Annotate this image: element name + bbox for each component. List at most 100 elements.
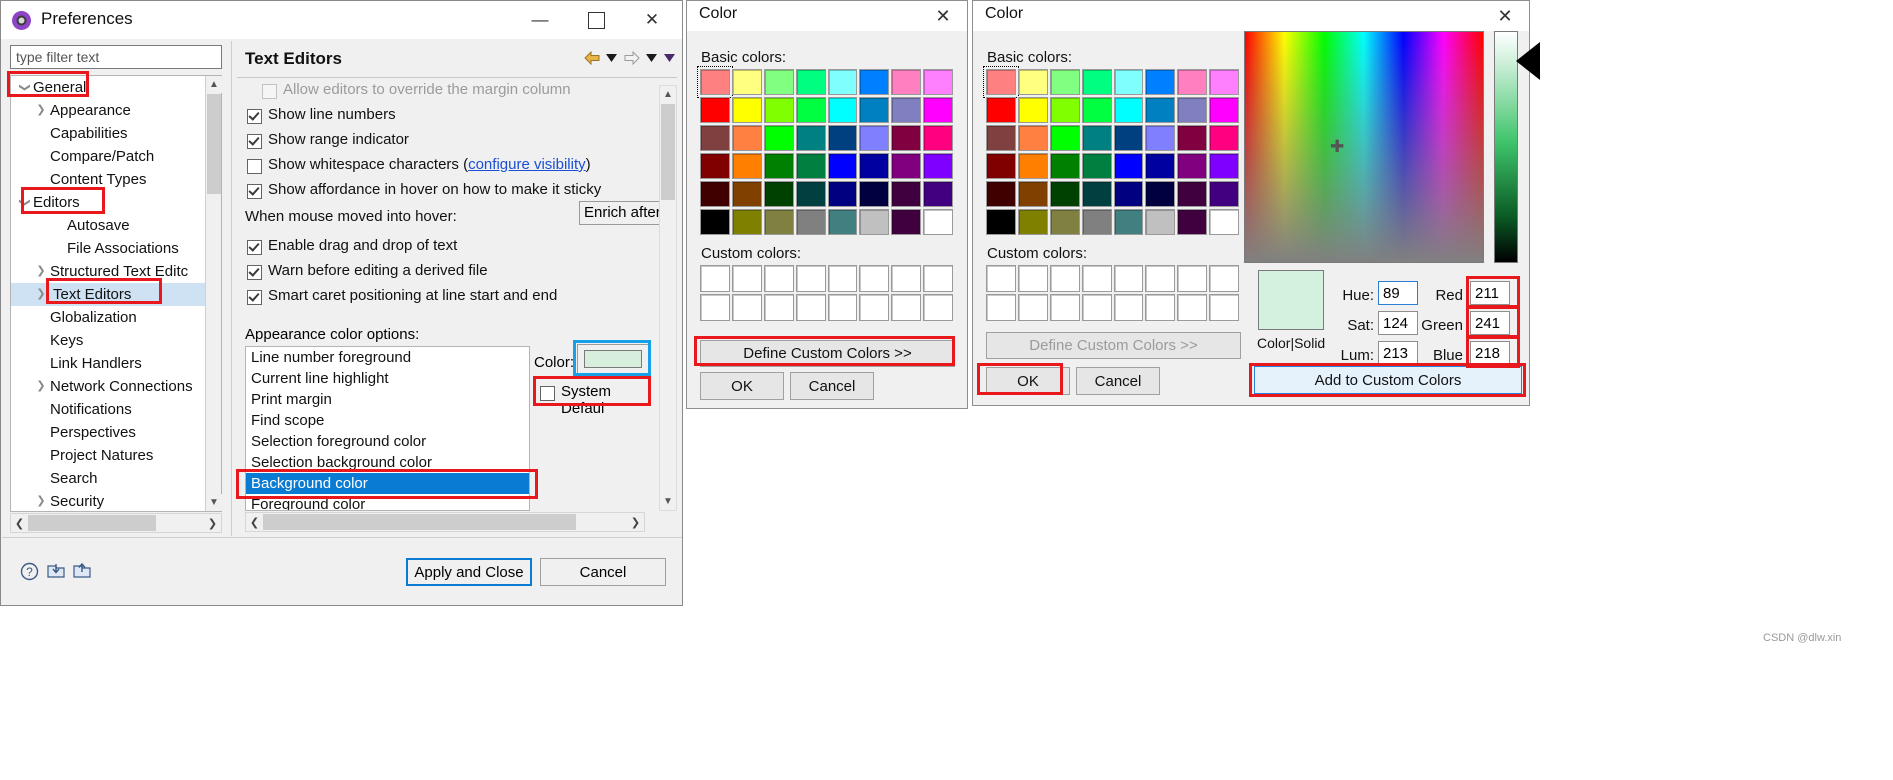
custom-color-slot-2-9[interactable] xyxy=(1017,294,1048,321)
tree-horizontal-scrollbar[interactable]: ❮ ❯ xyxy=(10,513,222,533)
pane-scroll-down-icon[interactable]: ▼ xyxy=(660,493,676,510)
basic-color-swatch-2-15[interactable] xyxy=(1209,97,1239,123)
basic-color-swatch-2-43[interactable] xyxy=(1081,209,1112,235)
luminance-slider[interactable] xyxy=(1494,31,1518,263)
basic-color-swatch-2-34[interactable] xyxy=(1049,181,1080,207)
basic-color-swatch-1-6[interactable] xyxy=(891,69,922,95)
basic-color-swatch-2-42[interactable] xyxy=(1049,209,1080,235)
basic-color-swatch-2-3[interactable] xyxy=(1081,69,1112,95)
basic-color-swatch-1-36[interactable] xyxy=(827,181,858,207)
basic-color-swatch-1-32[interactable] xyxy=(700,181,730,207)
basic-color-swatch-2-45[interactable] xyxy=(1145,209,1176,235)
basic-color-swatch-2-19[interactable] xyxy=(1081,125,1112,151)
chevron-right-icon[interactable]: ❯ xyxy=(34,283,48,306)
custom-color-slot-1-10[interactable] xyxy=(763,294,794,321)
basic-color-swatch-1-43[interactable] xyxy=(795,209,826,235)
basic-color-swatch-2-4[interactable] xyxy=(1113,69,1144,95)
configure-visibility-link[interactable]: configure visibility xyxy=(468,156,586,173)
basic-color-swatch-2-27[interactable] xyxy=(1081,153,1112,179)
pane-scroll-up-icon[interactable]: ▲ xyxy=(660,86,676,103)
basic-color-swatch-1-33[interactable] xyxy=(731,181,762,207)
basic-color-swatch-1-11[interactable] xyxy=(795,97,826,123)
basic-color-swatch-1-31[interactable] xyxy=(923,153,953,179)
basic-color-swatch-1-47[interactable] xyxy=(923,209,953,235)
custom-color-slot-2-6[interactable] xyxy=(1177,265,1208,292)
basic-color-swatch-1-28[interactable] xyxy=(827,153,858,179)
appearance-item-3[interactable]: Find scope xyxy=(246,410,529,431)
basic-color-swatch-2-6[interactable] xyxy=(1177,69,1208,95)
basic-color-swatch-2-47[interactable] xyxy=(1209,209,1239,235)
tree-item-search[interactable]: Search xyxy=(11,467,221,490)
basic-color-swatch-1-45[interactable] xyxy=(859,209,890,235)
custom-color-slot-2-1[interactable] xyxy=(1017,265,1048,292)
basic-color-swatch-1-20[interactable] xyxy=(827,125,858,151)
settings-pane-vscrollbar[interactable]: ▲ ▼ xyxy=(659,85,677,511)
tree-item-appearance[interactable]: ❯ Appearance xyxy=(11,99,221,122)
color-dialog-2-close-icon[interactable]: ✕ xyxy=(1485,3,1525,29)
basic-color-swatch-2-46[interactable] xyxy=(1177,209,1208,235)
import-icon[interactable] xyxy=(45,560,67,582)
appearance-hscroll-thumb[interactable] xyxy=(263,514,576,530)
basic-color-swatch-2-39[interactable] xyxy=(1209,181,1239,207)
minimize-button[interactable]: — xyxy=(513,1,567,39)
basic-color-swatch-2-7[interactable] xyxy=(1209,69,1239,95)
back-arrow-icon[interactable] xyxy=(581,47,603,69)
appearance-color-options-list[interactable]: Line number foreground Current line highl… xyxy=(245,346,530,511)
cancel-button-1[interactable]: Cancel xyxy=(790,372,874,400)
basic-color-swatch-2-20[interactable] xyxy=(1113,125,1144,151)
basic-color-swatch-2-26[interactable] xyxy=(1049,153,1080,179)
checkbox-6[interactable] xyxy=(247,265,262,280)
back-dropdown-icon[interactable] xyxy=(603,47,619,69)
custom-colors-grid-1[interactable] xyxy=(700,265,953,321)
basic-color-swatch-2-14[interactable] xyxy=(1177,97,1208,123)
basic-colors-grid-2[interactable] xyxy=(983,66,1239,235)
basic-color-swatch-1-41[interactable] xyxy=(731,209,762,235)
appearance-item-2[interactable]: Print margin xyxy=(246,389,529,410)
chevron-right-icon[interactable]: ❯ xyxy=(34,99,48,122)
tree-vertical-scrollbar[interactable]: ▲ ▼ xyxy=(205,76,222,511)
basic-color-swatch-1-22[interactable] xyxy=(891,125,922,151)
tree-item-autosave[interactable]: Autosave xyxy=(11,214,221,237)
basic-color-swatch-2-28[interactable] xyxy=(1113,153,1144,179)
custom-color-slot-1-4[interactable] xyxy=(827,265,858,292)
basic-color-swatch-1-7[interactable] xyxy=(923,69,953,95)
custom-color-slot-1-5[interactable] xyxy=(859,265,890,292)
basic-color-swatch-1-12[interactable] xyxy=(827,97,858,123)
custom-color-slot-2-5[interactable] xyxy=(1145,265,1176,292)
basic-color-swatch-1-35[interactable] xyxy=(795,181,826,207)
basic-color-swatch-2-5[interactable] xyxy=(1145,69,1176,95)
appearance-item-5[interactable]: Selection background color xyxy=(246,452,529,473)
basic-color-swatch-2-41[interactable] xyxy=(1017,209,1048,235)
basic-color-swatch-2-29[interactable] xyxy=(1145,153,1176,179)
color-swatch-button[interactable] xyxy=(577,344,649,374)
custom-color-slot-1-13[interactable] xyxy=(859,294,890,321)
tree-scroll-down-icon[interactable]: ▼ xyxy=(206,494,222,511)
basic-color-swatch-2-36[interactable] xyxy=(1113,181,1144,207)
tree-scroll-left-icon[interactable]: ❮ xyxy=(11,514,28,532)
ok-button-2[interactable]: OK xyxy=(986,367,1070,395)
basic-color-swatch-1-15[interactable] xyxy=(923,97,953,123)
checkbox-3[interactable] xyxy=(247,159,262,174)
export-icon[interactable] xyxy=(71,560,93,582)
checkbox-7[interactable] xyxy=(247,290,262,305)
basic-color-swatch-1-24[interactable] xyxy=(700,153,730,179)
basic-color-swatch-2-25[interactable] xyxy=(1017,153,1048,179)
basic-color-swatch-2-23[interactable] xyxy=(1209,125,1239,151)
checkbox-2[interactable] xyxy=(247,134,262,149)
basic-color-swatch-2-18[interactable] xyxy=(1049,125,1080,151)
basic-color-swatch-2-21[interactable] xyxy=(1145,125,1176,151)
basic-color-swatch-1-39[interactable] xyxy=(923,181,953,207)
basic-color-swatch-2-24[interactable] xyxy=(986,153,1016,179)
basic-color-swatch-1-18[interactable] xyxy=(763,125,794,151)
basic-color-swatch-1-16[interactable] xyxy=(700,125,730,151)
appearance-item-7[interactable]: Foreground color xyxy=(246,494,529,510)
menu-dropdown-icon[interactable] xyxy=(661,47,677,69)
cancel-button-2[interactable]: Cancel xyxy=(1076,367,1160,395)
custom-color-slot-2-7[interactable] xyxy=(1209,265,1239,292)
luminance-slider-marker[interactable] xyxy=(1516,42,1540,80)
custom-color-slot-2-4[interactable] xyxy=(1113,265,1144,292)
tree-item-security[interactable]: ❯ Security xyxy=(11,490,221,511)
basic-color-swatch-1-23[interactable] xyxy=(923,125,953,151)
tree-item-editors[interactable]: ❯ Editors xyxy=(11,191,221,214)
system-default-checkbox[interactable] xyxy=(540,386,555,401)
